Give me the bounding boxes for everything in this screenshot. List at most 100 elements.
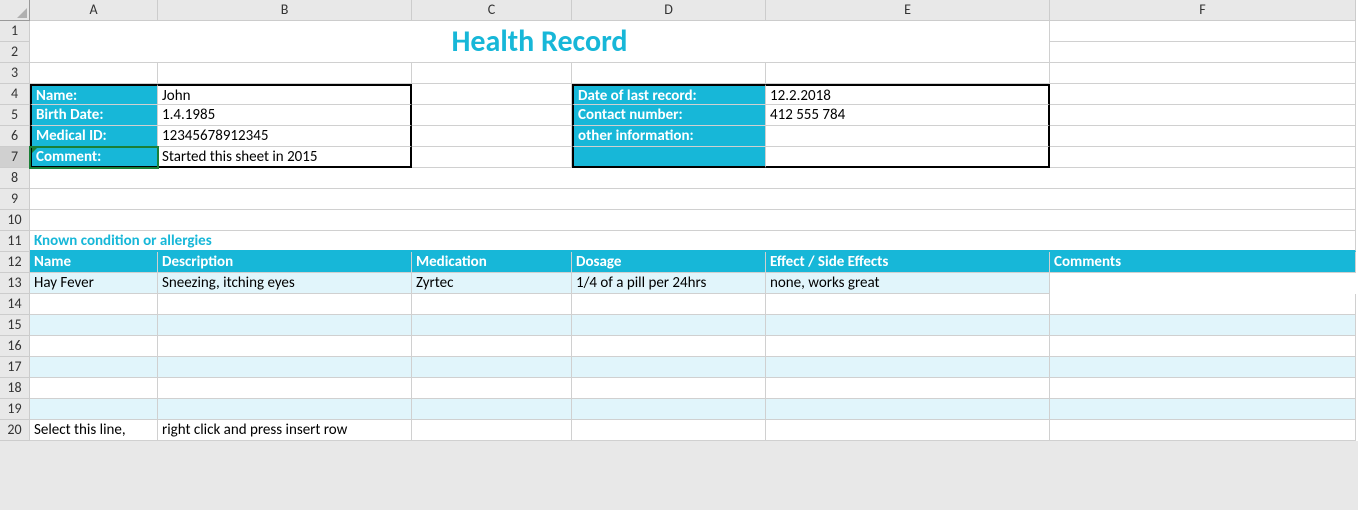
table-cell[interactable] xyxy=(412,378,572,399)
table-cell[interactable] xyxy=(1050,357,1356,378)
th-medication[interactable]: Medication xyxy=(412,252,572,273)
value-contact[interactable]: 412 555 784 xyxy=(766,105,1050,126)
cell[interactable] xyxy=(766,63,1050,84)
th-dosage[interactable]: Dosage xyxy=(572,252,766,273)
footer-cell[interactable] xyxy=(572,420,766,441)
table-cell[interactable] xyxy=(30,357,158,378)
label-comment[interactable]: Comment: xyxy=(30,147,158,168)
value-name[interactable]: John xyxy=(158,84,412,105)
value-other-info[interactable] xyxy=(766,126,1050,147)
table-cell[interactable] xyxy=(766,315,1050,336)
row-header-12[interactable]: 12 xyxy=(0,252,30,273)
table-cell[interactable] xyxy=(30,315,158,336)
value-last-record[interactable]: 12.2.2018 xyxy=(766,84,1050,105)
cell[interactable] xyxy=(572,63,766,84)
cell[interactable] xyxy=(1050,147,1356,168)
table-cell[interactable] xyxy=(766,357,1050,378)
cell[interactable] xyxy=(30,63,158,84)
row-header-10[interactable]: 10 xyxy=(0,210,30,231)
label-blank[interactable] xyxy=(572,147,766,168)
col-header-F[interactable]: F xyxy=(1050,0,1356,21)
label-name[interactable]: Name: xyxy=(30,84,158,105)
col-header-D[interactable]: D xyxy=(572,0,766,21)
table-cell[interactable] xyxy=(1050,399,1356,420)
row-header-14[interactable]: 14 xyxy=(0,294,30,315)
footer-cell[interactable]: right click and press insert row xyxy=(158,420,412,441)
cell[interactable] xyxy=(1050,105,1356,126)
table-cell[interactable] xyxy=(1050,336,1356,357)
select-all-corner[interactable] xyxy=(0,0,30,21)
table-cell[interactable]: Hay Fever xyxy=(30,273,158,294)
table-cell[interactable] xyxy=(766,294,1050,315)
footer-cell[interactable]: Select this line, xyxy=(30,420,158,441)
col-header-E[interactable]: E xyxy=(766,0,1050,21)
col-header-C[interactable]: C xyxy=(412,0,572,21)
row-header-13[interactable]: 13 xyxy=(0,273,30,294)
label-birth-date[interactable]: Birth Date: xyxy=(30,105,158,126)
row-header-11[interactable]: 11 xyxy=(0,231,30,252)
value-birth-date[interactable]: 1.4.1985 xyxy=(158,105,412,126)
row-header-1[interactable]: 1 xyxy=(0,21,30,42)
table-cell[interactable] xyxy=(572,315,766,336)
table-cell[interactable] xyxy=(158,315,412,336)
row-header-17[interactable]: 17 xyxy=(0,357,30,378)
cell[interactable] xyxy=(1050,63,1356,84)
table-cell[interactable] xyxy=(30,294,158,315)
row-header-19[interactable]: 19 xyxy=(0,399,30,420)
label-medical-id[interactable]: Medical ID: xyxy=(30,126,158,147)
cell[interactable] xyxy=(412,105,572,126)
th-effect[interactable]: Effect / Side Effects xyxy=(766,252,1050,273)
row-header-6[interactable]: 6 xyxy=(0,126,30,147)
table-cell[interactable]: 1/4 of a pill per 24hrs xyxy=(572,273,766,294)
table-cell[interactable] xyxy=(412,336,572,357)
row-header-2[interactable]: 2 xyxy=(0,42,30,63)
footer-cell[interactable] xyxy=(1050,420,1356,441)
table-cell[interactable] xyxy=(1050,294,1356,315)
label-contact[interactable]: Contact number: xyxy=(572,105,766,126)
col-header-B[interactable]: B xyxy=(158,0,412,21)
table-cell[interactable] xyxy=(158,336,412,357)
table-cell[interactable]: Sneezing, itching eyes xyxy=(158,273,412,294)
table-cell[interactable] xyxy=(1050,378,1356,399)
cell[interactable] xyxy=(412,63,572,84)
row-header-5[interactable]: 5 xyxy=(0,105,30,126)
table-cell[interactable] xyxy=(572,294,766,315)
section-title[interactable]: Known condition or allergies xyxy=(30,231,1356,252)
table-cell[interactable] xyxy=(572,399,766,420)
value-medical-id[interactable]: 12345678912345 xyxy=(158,126,412,147)
row-header-18[interactable]: 18 xyxy=(0,378,30,399)
col-header-A[interactable]: A xyxy=(30,0,158,21)
table-cell[interactable] xyxy=(412,357,572,378)
th-description[interactable]: Description xyxy=(158,252,412,273)
cell[interactable] xyxy=(412,126,572,147)
table-cell[interactable] xyxy=(572,336,766,357)
table-cell[interactable] xyxy=(766,399,1050,420)
cell[interactable] xyxy=(1050,126,1356,147)
value-blank[interactable] xyxy=(766,147,1050,168)
spreadsheet-grid[interactable]: A B C D E F 1 2 Health Record 3 4 Name: … xyxy=(0,0,1358,441)
table-cell[interactable] xyxy=(412,399,572,420)
table-cell[interactable] xyxy=(1050,315,1356,336)
row-header-9[interactable]: 9 xyxy=(0,189,30,210)
row-header-16[interactable]: 16 xyxy=(0,336,30,357)
table-cell[interactable] xyxy=(158,294,412,315)
label-last-record[interactable]: Date of last record: xyxy=(572,84,766,105)
title-cell[interactable]: Health Record xyxy=(30,21,1050,63)
table-cell[interactable] xyxy=(158,357,412,378)
cell[interactable] xyxy=(1050,84,1356,105)
table-cell[interactable] xyxy=(572,357,766,378)
table-cell[interactable] xyxy=(158,378,412,399)
table-cell[interactable] xyxy=(572,378,766,399)
value-comment[interactable]: Started this sheet in 2015 xyxy=(158,147,412,168)
row-header-20[interactable]: 20 xyxy=(0,420,30,441)
row-header-8[interactable]: 8 xyxy=(0,168,30,189)
table-cell[interactable] xyxy=(30,336,158,357)
row-header-7[interactable]: 7 xyxy=(0,147,30,168)
row-header-15[interactable]: 15 xyxy=(0,315,30,336)
th-comments[interactable]: Comments xyxy=(1050,252,1356,273)
cell[interactable] xyxy=(412,84,572,105)
cell[interactable] xyxy=(412,147,572,168)
table-cell[interactable] xyxy=(30,378,158,399)
cell[interactable] xyxy=(1050,21,1356,42)
th-name[interactable]: Name xyxy=(30,252,158,273)
